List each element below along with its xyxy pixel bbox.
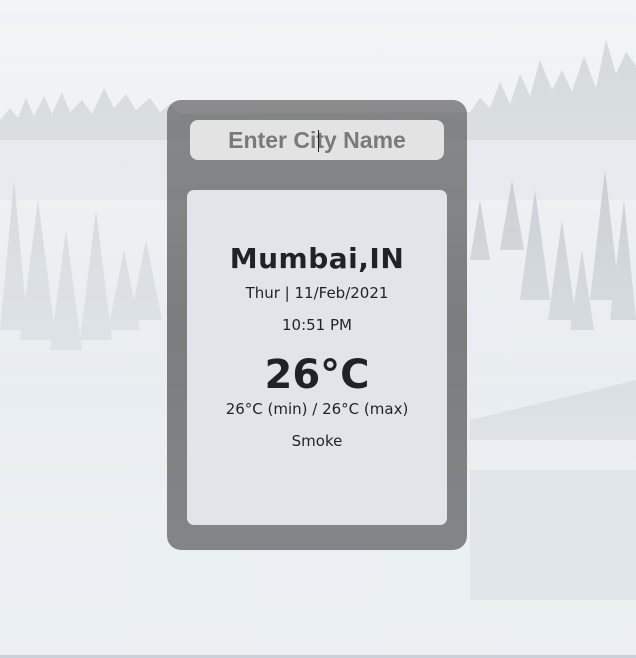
date-text: Thur | 11/Feb/2021	[245, 284, 389, 302]
weather-condition: Smoke	[291, 432, 343, 450]
weather-panel: Mumbai,IN Thur | 11/Feb/2021 10:51 PM 26…	[167, 100, 467, 550]
weather-card: Mumbai,IN Thur | 11/Feb/2021 10:51 PM 26…	[187, 190, 447, 525]
time-text: 10:51 PM	[282, 316, 352, 334]
min-max-temperature: 26°C (min) / 26°C (max)	[225, 400, 409, 418]
temperature: 26°C	[264, 352, 370, 398]
text-caret	[318, 130, 319, 152]
city-search-input[interactable]	[190, 120, 444, 160]
city-name: Mumbai,IN	[229, 242, 405, 275]
